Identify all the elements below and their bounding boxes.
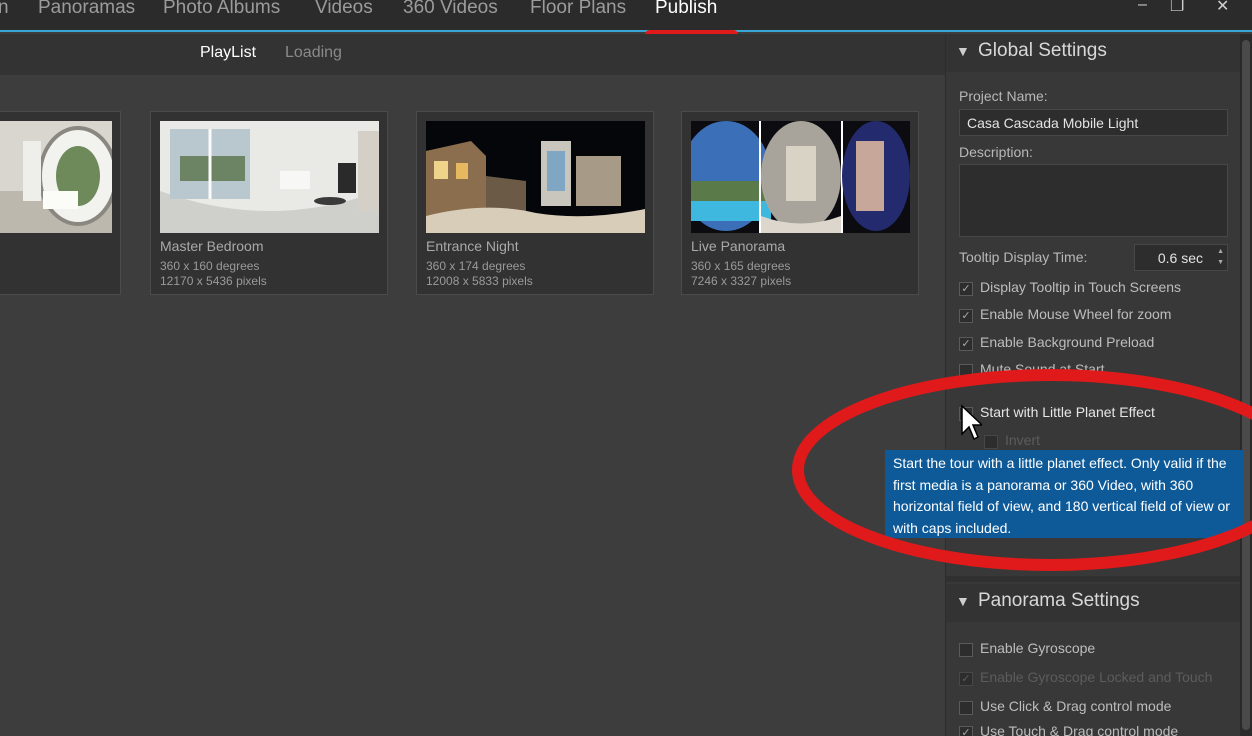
tooltip-time-label: Tooltip Display Time: <box>959 249 1088 265</box>
description-label: Description: <box>959 144 1033 160</box>
card-degrees: 360 x 160 degrees <box>160 259 260 273</box>
restore-icon[interactable]: ❐ <box>1170 0 1184 16</box>
collapse-arrow-icon[interactable]: ▼ <box>956 593 970 609</box>
card-title: Entrance Night <box>426 238 519 254</box>
checkbox-label: Use Click & Drag control mode <box>980 698 1172 714</box>
global-settings-title: Global Settings <box>978 40 1107 61</box>
checkmark-icon[interactable]: ✓ <box>959 672 973 686</box>
panorama-thumbnail <box>691 121 910 233</box>
panorama-thumbnail <box>160 121 379 233</box>
checkbox-box[interactable] <box>959 643 973 657</box>
checkbox-box[interactable] <box>984 435 998 449</box>
card-title: Live Panorama <box>691 238 786 254</box>
project-name-input[interactable]: Casa Cascada Mobile Light <box>959 109 1228 136</box>
minimize-icon[interactable]: – <box>1138 0 1147 14</box>
top-nav-bar: n Panoramas Photo Albums Videos 360 Vide… <box>0 0 1252 32</box>
tooltip-time-spinner[interactable]: 0.6 sec ▲ ▼ <box>1134 244 1228 271</box>
section-separator <box>946 576 1241 582</box>
checkmark-icon[interactable]: ✓ <box>959 337 973 351</box>
panorama-thumbnail <box>426 121 645 233</box>
tab-loading[interactable]: Loading <box>285 44 342 62</box>
tooltip-time-value: 0.6 sec <box>1157 250 1203 266</box>
playlist-card[interactable]: Entrance Night 360 x 174 degrees 12008 x… <box>416 111 654 295</box>
checkbox-label: Display Tooltip in Touch Screens <box>980 279 1182 295</box>
card-pixels: 7246 x 3327 pixels <box>691 274 792 288</box>
checkbox-label: Use Touch & Drag control mode <box>980 723 1179 736</box>
little-planet-tooltip: Start the tour with a little planet effe… <box>885 450 1243 538</box>
checkbox-box[interactable] <box>959 701 973 715</box>
panorama-settings-title: Panorama Settings <box>978 590 1140 611</box>
card-title: Master Bedroom <box>160 238 264 254</box>
settings-panel: ▼ Global Settings Project Name: Casa Cas… <box>945 34 1241 736</box>
tab-playlist[interactable]: PlayList <box>200 44 256 62</box>
global-settings-header[interactable]: ▼ Global Settings <box>946 34 1241 72</box>
checkmark-icon[interactable]: ✓ <box>959 726 973 736</box>
nav-item-panoramas[interactable]: Panoramas <box>38 0 135 19</box>
playlist-card[interactable]: Live Panorama 360 x 165 degrees 7246 x 3… <box>681 111 919 295</box>
checkmark-icon[interactable]: ✓ <box>959 282 973 296</box>
collapse-arrow-icon[interactable]: ▼ <box>956 43 970 59</box>
card-degrees: 360 x 174 degrees <box>426 259 526 273</box>
app-window: n Panoramas Photo Albums Videos 360 Vide… <box>0 0 1252 736</box>
close-icon[interactable]: ✕ <box>1216 0 1229 16</box>
scrollbar-thumb[interactable] <box>1242 40 1250 730</box>
checkbox-label: Invert <box>1005 432 1041 448</box>
checkbox-label: Enable Gyroscope Locked and Touch <box>980 669 1213 685</box>
mouse-cursor-icon <box>961 404 982 441</box>
sub-tab-bar: PlayList Loading <box>0 34 945 75</box>
nav-item-360-videos[interactable]: 360 Videos <box>403 0 498 19</box>
playlist-card[interactable]: Master Bedroom 360 x 160 degrees 12170 x… <box>150 111 388 295</box>
description-textarea[interactable] <box>959 164 1228 237</box>
panorama-settings-header[interactable]: ▼ Panorama Settings <box>946 584 1241 622</box>
nav-item-videos[interactable]: Videos <box>315 0 373 19</box>
spinner-up-icon[interactable]: ▲ <box>1217 248 1224 255</box>
panorama-thumbnail <box>0 121 112 233</box>
checkbox-label: Mute Sound at Start <box>980 361 1105 377</box>
playlist-card[interactable] <box>0 111 121 295</box>
card-pixels: 12170 x 5436 pixels <box>160 274 267 288</box>
nav-item-photo-albums[interactable]: Photo Albums <box>163 0 280 19</box>
project-name-label: Project Name: <box>959 88 1048 104</box>
checkbox-label: Start with Little Planet Effect <box>980 404 1155 420</box>
playlist-area: Master Bedroom 360 x 160 degrees 12170 x… <box>0 75 945 736</box>
checkmark-icon[interactable]: ✓ <box>959 309 973 323</box>
card-pixels: 12008 x 5833 pixels <box>426 274 533 288</box>
spinner-down-icon[interactable]: ▼ <box>1217 259 1224 266</box>
nav-item-partial[interactable]: n <box>0 0 9 19</box>
checkbox-box[interactable] <box>959 364 973 378</box>
card-degrees: 360 x 165 degrees <box>691 259 791 273</box>
nav-item-publish[interactable]: Publish <box>655 0 717 19</box>
nav-item-floor-plans[interactable]: Floor Plans <box>530 0 626 19</box>
checkbox-label: Enable Mouse Wheel for zoom <box>980 306 1172 322</box>
checkbox-label: Enable Gyroscope <box>980 640 1096 656</box>
checkbox-label: Enable Background Preload <box>980 334 1155 350</box>
